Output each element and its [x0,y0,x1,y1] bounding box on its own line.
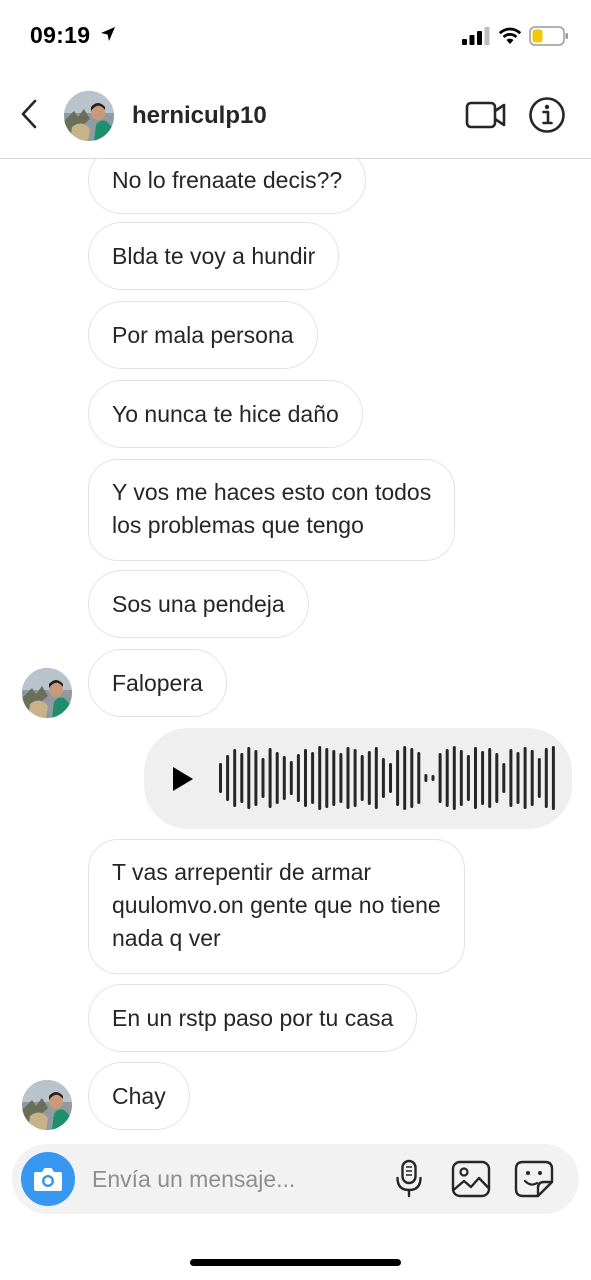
waveform-bar [516,752,520,804]
message-list[interactable]: No lo frenaate decis?? Blda te voy a hun… [0,159,591,1139]
waveform-bar [495,753,499,803]
message-bubble[interactable]: No lo frenaate decis?? [88,159,367,214]
chat-header: herniculp10 [0,72,591,159]
waveform-bar [396,750,400,806]
microphone-icon[interactable] [394,1159,424,1199]
play-icon[interactable] [168,764,196,794]
message-bubble[interactable]: Yo nunca te hice daño [88,380,363,448]
waveform-bar [481,751,485,805]
waveform-bar [367,751,371,805]
waveform-bar [325,748,329,808]
waveform-bar [466,755,470,801]
waveform-bar [474,747,477,809]
waveform-bar [254,750,258,806]
message-bubble[interactable]: Blda te voy a hundir [88,222,340,290]
message-text: Y vos me haces esto con todos los proble… [112,479,432,538]
message-text: No lo frenaate decis?? [112,166,343,193]
back-button[interactable] [14,94,44,134]
status-bar: 09:19 [0,0,591,72]
profile-photo [64,91,114,141]
waveform-bar [219,763,222,793]
message-text: Sos una pendeja [112,590,285,617]
waveform-bar [374,747,378,809]
waveform-bar [389,763,392,793]
video-camera-icon[interactable] [465,98,507,132]
waveform-bar [551,746,555,810]
message-composer [12,1144,579,1214]
waveform-bar [318,746,322,810]
waveform-bar [332,750,336,806]
waveform-bar [296,754,300,802]
camera-button[interactable] [21,1152,75,1206]
waveform-bar [438,753,442,803]
home-indicator[interactable] [190,1259,401,1266]
message-text: Chay [112,1082,166,1109]
waveform-bar [431,775,435,781]
chevron-left-icon [21,99,37,129]
message-bubble[interactable]: Y vos me haces esto con todos los proble… [88,459,456,561]
waveform-bar [282,756,286,800]
status-time: 09:19 [30,22,91,48]
message-text: Yo nunca te hice daño [112,400,339,427]
waveform-bar [445,749,449,807]
profile-photo [22,668,72,718]
waveform-bar [275,752,279,804]
wifi-icon [498,27,522,44]
waveform-bar [410,748,414,808]
info-icon[interactable] [528,96,566,134]
waveform-bar [523,747,527,809]
sticker-icon[interactable] [514,1160,554,1198]
message-text: Blda te voy a hundir [112,242,316,269]
waveform-bar [509,749,513,807]
waveform-bar [289,761,293,795]
voice-message[interactable] [144,728,572,829]
waveform-bar [304,749,307,807]
waveform-bar [353,749,357,807]
waveform-bar [226,755,230,801]
battery-icon [529,26,568,46]
message-text: T vas arrepentir de armar quulomvo.on ge… [112,859,441,951]
waveform-bar [424,774,428,782]
camera-icon [34,1168,62,1191]
sender-avatar[interactable] [22,1080,72,1130]
avatar[interactable] [64,91,114,141]
waveform-bar [247,747,251,809]
message-bubble[interactable]: En un rstp paso por tu casa [88,984,418,1052]
message-bubble[interactable]: T vas arrepentir de armar quulomvo.on ge… [88,839,465,974]
location-arrow-icon [101,27,115,41]
waveform-bar [346,747,350,809]
waveform-bar [268,748,272,808]
waveform-bar [459,750,463,806]
gallery-icon[interactable] [451,1160,491,1198]
profile-photo [22,1080,72,1130]
message-input[interactable] [92,1159,382,1199]
waveform-bar [311,752,315,804]
waveform-bar [502,763,506,793]
waveform-bar [452,746,456,810]
message-text: Por mala persona [112,321,294,348]
waveform-bar [537,758,541,798]
waveform-bar [488,748,492,808]
audio-waveform [219,746,555,810]
waveform-bar [530,750,534,806]
waveform-bar [544,748,548,808]
waveform-bar [417,752,421,804]
waveform-bar [360,755,364,801]
chat-username[interactable]: herniculp10 [132,102,267,130]
waveform-bar [240,753,244,803]
message-bubble[interactable]: Falopera [88,649,227,717]
message-text: En un rstp paso por tu casa [112,1004,394,1031]
waveform-bar [339,753,343,803]
waveform-bar [403,746,407,810]
message-bubble[interactable]: Por mala persona [88,301,318,369]
waveform-bar [381,758,385,798]
cellular-signal-icon [462,27,490,45]
sender-avatar[interactable] [22,668,72,718]
message-bubble[interactable]: Sos una pendeja [88,570,309,638]
waveform-bar [261,758,265,798]
message-bubble[interactable]: Chay [88,1062,190,1130]
waveform-bar [233,749,237,807]
message-text: Falopera [112,669,203,696]
